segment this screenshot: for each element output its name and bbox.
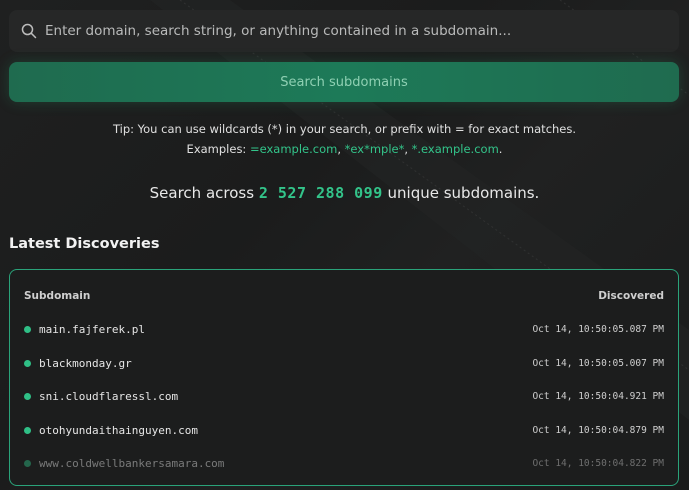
subdomain-link[interactable]: main.fajferek.pl xyxy=(39,323,145,336)
status-dot-icon xyxy=(24,392,31,400)
tip-line: Tip: You can use wildcards (*) in your s… xyxy=(112,122,577,136)
search-subdomains-button[interactable]: Search subdomains xyxy=(9,62,679,102)
discovered-time: Oct 14, 10:50:05.087 PM xyxy=(532,323,664,335)
status-dot-icon xyxy=(24,359,31,367)
examples-label: Examples: xyxy=(186,142,247,156)
latest-discoveries-table: Subdomain Discovered main.fajferek.pl Oc… xyxy=(9,269,679,486)
subdomain-link[interactable]: otohyundaithainguyen.com xyxy=(39,424,198,437)
example-wildcard: *ex*mple* xyxy=(344,142,405,156)
discovered-time: Oct 14, 10:50:04.822 PM xyxy=(532,457,664,469)
search-icon xyxy=(21,23,37,39)
subdomain-link[interactable]: blackmonday.gr xyxy=(39,357,132,370)
column-subdomain: Subdomain xyxy=(24,290,91,302)
table-row[interactable]: main.fajferek.pl Oct 14, 10:50:05.087 PM xyxy=(24,319,664,339)
table-header: Subdomain Discovered xyxy=(24,290,664,302)
tip-examples: Examples: =example.com, *ex*mple*, *.exa… xyxy=(186,142,503,156)
status-dot-icon xyxy=(24,459,31,467)
subdomain-link[interactable]: sni.cloudflaressl.com xyxy=(39,390,178,403)
example-exact: =example.com xyxy=(249,142,338,156)
search-tip: Tip: You can use wildcards (*) in your s… xyxy=(0,119,689,159)
status-dot-icon xyxy=(24,325,31,333)
status-dot-icon xyxy=(24,426,31,434)
discovered-time: Oct 14, 10:50:04.879 PM xyxy=(532,424,664,436)
search-input[interactable] xyxy=(45,23,679,39)
discovered-time: Oct 14, 10:50:04.921 PM xyxy=(532,390,664,402)
search-box[interactable] xyxy=(9,10,679,52)
latest-discoveries-title: Latest Discoveries xyxy=(9,236,160,252)
table-row[interactable]: blackmonday.gr Oct 14, 10:50:05.007 PM xyxy=(24,353,664,373)
table-row[interactable]: www.coldwellbankersamara.com Oct 14, 10:… xyxy=(24,453,664,473)
discovered-time: Oct 14, 10:50:05.007 PM xyxy=(532,357,664,369)
table-row[interactable]: otohyundaithainguyen.com Oct 14, 10:50:0… xyxy=(24,420,664,440)
stats-prefix: Search across xyxy=(149,184,255,202)
subdomain-count: 2 527 288 099 xyxy=(258,184,383,202)
subdomain-link[interactable]: www.coldwellbankersamara.com xyxy=(39,457,224,470)
stats-suffix: unique subdomains. xyxy=(387,184,540,202)
column-discovered: Discovered xyxy=(598,290,664,302)
table-row[interactable]: sni.cloudflaressl.com Oct 14, 10:50:04.9… xyxy=(24,386,664,406)
example-prefix: *.example.com xyxy=(411,142,499,156)
stats-line: Search across 2 527 288 099 unique subdo… xyxy=(0,184,689,202)
